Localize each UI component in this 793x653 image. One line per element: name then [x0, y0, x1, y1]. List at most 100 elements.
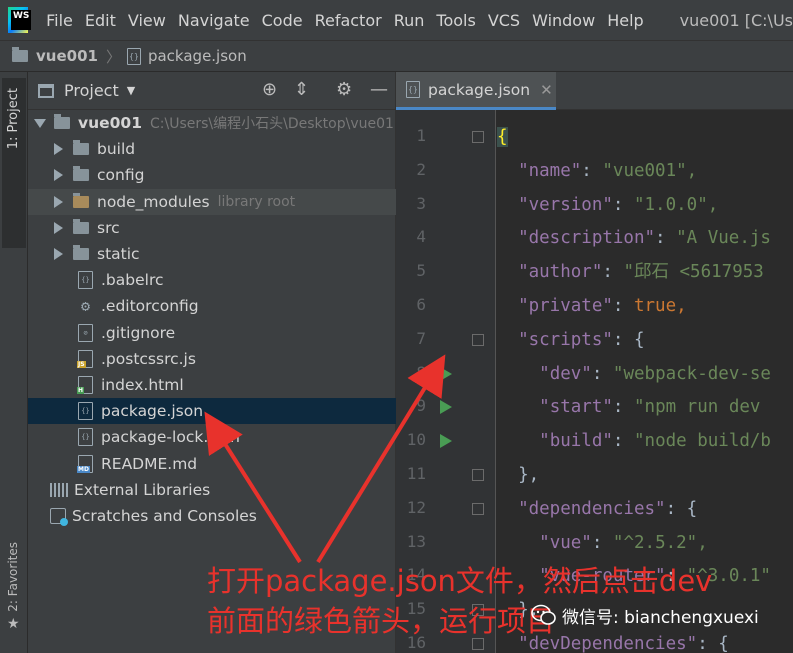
tree-item-external-libraries[interactable]: External Libraries [28, 477, 396, 503]
menu-file[interactable]: File [46, 11, 73, 30]
line-number: 1 [416, 126, 426, 145]
tree-item-label: src [97, 218, 120, 237]
tree-item-postcssrc[interactable]: JS .postcssrc.js [28, 346, 396, 372]
gear-file-icon: ⚙ [80, 297, 91, 316]
breadcrumb-root[interactable]: vue001 [36, 47, 98, 65]
project-tool-tab-label: 1: Project [6, 88, 21, 150]
chevron-right-icon[interactable] [54, 221, 63, 234]
menu-vcs[interactable]: VCS [488, 11, 520, 30]
folder-icon [73, 166, 89, 182]
tree-item-readme[interactable]: MD README.md [28, 450, 396, 476]
tree-item-label: node_modules [97, 192, 210, 211]
run-script-icon[interactable] [440, 366, 452, 381]
code-line: }, [497, 458, 539, 492]
json-key: "name" [518, 160, 582, 181]
project-tool-tab[interactable]: 1: Project [2, 78, 26, 248]
tree-item-gitignore[interactable]: ⊘ .gitignore [28, 320, 396, 346]
menu-refactor[interactable]: Refactor [315, 11, 382, 30]
fold-marker-icon[interactable] [472, 469, 484, 481]
chevron-right-icon[interactable] [54, 248, 63, 261]
fold-marker-icon[interactable] [472, 502, 484, 515]
json-file-icon: {} [126, 47, 141, 65]
favorites-tool-tab[interactable]: 2: Favorites [6, 542, 20, 612]
fold-marker-icon[interactable] [472, 333, 484, 346]
json-value: true, [633, 296, 687, 316]
tree-item-label: Scratches and Consoles [72, 506, 257, 525]
tree-item-babelrc[interactable]: {} .babelrc [28, 267, 396, 293]
tree-item-config[interactable]: config [28, 162, 396, 188]
annotation-text-line1: 打开package.json文件，然后点击dev [207, 564, 713, 598]
run-script-icon[interactable] [440, 434, 452, 449]
tree-item-node-modules[interactable]: node_modules library root [28, 188, 396, 215]
folder-icon [54, 114, 70, 130]
menu-help[interactable]: Help [607, 11, 643, 30]
fold-marker-icon[interactable] [472, 131, 484, 143]
code-line: "private": true, [518, 296, 687, 316]
menu-tools[interactable]: Tools [436, 11, 475, 30]
json-key: "start" [539, 397, 613, 418]
star-icon[interactable]: ★ [7, 616, 20, 632]
json-file-icon: {} [406, 81, 420, 98]
menu-bar: WS File Edit View Navigate Code Refactor… [0, 0, 793, 40]
line-number: 5 [416, 261, 426, 281]
tree-item-label: .postcssrc.js [101, 349, 196, 368]
json-value: { [718, 634, 729, 653]
json-value: "npm run dev [634, 397, 761, 418]
annotation-text-line2: 前面的绿色箭头，运行项目 [207, 604, 556, 638]
tree-item-label: static [97, 245, 140, 264]
json-key: "vue" [539, 532, 592, 553]
close-icon[interactable]: ✕ [540, 81, 553, 99]
json-key: "private" [518, 296, 613, 316]
tree-item-index-html[interactable]: H index.html [28, 372, 396, 398]
tree-item-editorconfig[interactable]: ⚙ .editorconfig [28, 293, 396, 319]
code-line: "dev": "webpack-dev-se [539, 363, 771, 384]
chevron-right-icon[interactable] [54, 195, 63, 208]
json-value: { [497, 127, 508, 147]
menu-navigate[interactable]: Navigate [178, 11, 250, 30]
code-line: "dependencies": { [518, 498, 698, 519]
chevron-right-icon[interactable] [54, 169, 63, 182]
tree-item-root[interactable]: vue001 C:\Users\编程小石头\Desktop\vue01 [28, 110, 396, 136]
menu-code[interactable]: Code [262, 11, 303, 30]
menu-view[interactable]: View [128, 11, 166, 30]
tree-item-package-json[interactable]: {} package.json [28, 398, 396, 425]
json-value: { [686, 498, 698, 519]
html-file-icon: H [77, 375, 93, 394]
collapse-all-icon[interactable]: ⇕ [294, 80, 309, 100]
line-number: 8 [416, 362, 426, 382]
json-value: }, [518, 465, 540, 485]
code-line: "vue": "^2.5.2", [539, 532, 708, 553]
json-value: { [633, 329, 645, 350]
code-line: "build": "node build/b [539, 431, 771, 452]
line-number: 3 [416, 193, 426, 213]
line-number: 6 [416, 295, 426, 314]
gear-icon[interactable]: ⚙ [336, 80, 352, 100]
tree-item-label: build [97, 140, 136, 159]
tree-item-path: C:\Users\编程小石头\Desktop\vue01 [150, 116, 394, 133]
json-key: "dependencies" [518, 498, 666, 519]
tree-item-src[interactable]: src [28, 215, 396, 241]
menu-edit[interactable]: Edit [85, 11, 116, 30]
editor-tab-bar: {} package.json ✕ [396, 72, 793, 110]
project-view-selector[interactable]: Project [64, 81, 119, 100]
tree-item-build[interactable]: build [28, 136, 396, 162]
breadcrumb-file[interactable]: package.json [148, 47, 247, 65]
tree-item-scratches[interactable]: Scratches and Consoles [28, 503, 396, 529]
chevron-down-icon[interactable]: ▼ [127, 84, 135, 97]
breadcrumb-separator-icon: 〉 [105, 47, 121, 66]
menu-run[interactable]: Run [394, 11, 425, 30]
menu-window[interactable]: Window [532, 11, 595, 30]
hide-panel-icon[interactable]: — [370, 80, 388, 100]
js-file-icon: JS [77, 349, 93, 368]
tree-item-hint: library root [217, 193, 296, 210]
chevron-down-icon[interactable] [34, 118, 46, 128]
tree-item-static[interactable]: static [28, 241, 396, 267]
chevron-right-icon[interactable] [54, 143, 63, 156]
tree-item-label: config [97, 166, 145, 185]
locate-icon[interactable]: ⊕ [262, 80, 277, 100]
json-value: "^2.5.2", [612, 532, 708, 553]
tree-item-label: package-lock.json [101, 428, 240, 447]
tab-package-json[interactable]: {} package.json ✕ [396, 72, 556, 110]
run-script-icon[interactable] [440, 400, 452, 415]
tree-item-package-lock-json[interactable]: {} package-lock.json [28, 424, 396, 450]
